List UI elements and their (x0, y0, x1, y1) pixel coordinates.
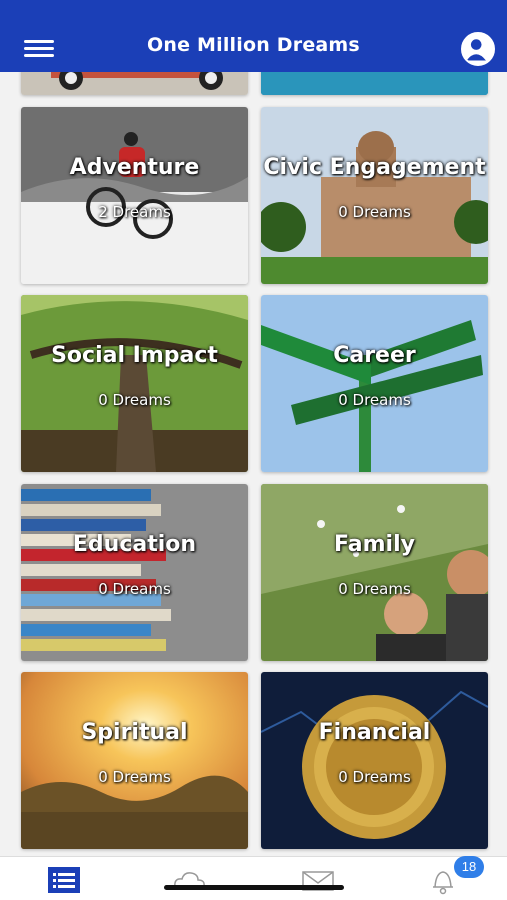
category-name: Financial (318, 720, 431, 745)
cloud-icon (174, 872, 205, 890)
app-header: One Million Dreams (0, 0, 507, 72)
dream-count: 0 Dreams (338, 768, 411, 786)
category-name: Spiritual (81, 720, 188, 745)
home-indicator (164, 885, 344, 890)
category-name: Education (72, 532, 197, 557)
tile-image (21, 484, 248, 661)
category-tile-spiritual[interactable]: Spiritual 0 Dreams (21, 672, 248, 849)
category-tile-financial[interactable]: Financial 0 Dreams (261, 672, 488, 849)
dream-count: 0 Dreams (338, 391, 411, 409)
dream-count: 0 Dreams (338, 203, 411, 221)
bottom-tab-bar (0, 856, 507, 900)
category-name: Career (333, 343, 416, 368)
tile-image (21, 295, 248, 472)
tile-image (261, 295, 488, 472)
tile-image (261, 107, 488, 284)
tab-list[interactable] (46, 865, 82, 895)
category-tile-social-impact[interactable]: Social Impact 0 Dreams (21, 295, 248, 472)
dream-count: 0 Dreams (338, 580, 411, 598)
category-tile-family[interactable]: Family 0 Dreams (261, 484, 488, 661)
notification-badge: 18 (454, 856, 484, 878)
category-tile-career[interactable]: Career 0 Dreams (261, 295, 488, 472)
page-title: One Million Dreams (147, 34, 360, 56)
category-name: Adventure (69, 155, 200, 180)
category-name: Civic Engagement (263, 155, 486, 180)
category-tile-adventure[interactable]: Adventure 2 Dreams (21, 107, 248, 284)
tab-messages[interactable] (300, 865, 336, 895)
tile-image (21, 672, 248, 849)
category-grid: Adventure 2 Dreams Civic Engagement 0 Dr… (0, 0, 507, 860)
category-name: Family (334, 532, 415, 557)
dream-count: 2 Dreams (98, 203, 171, 221)
category-name: Social Impact (51, 343, 218, 368)
mail-icon (302, 871, 334, 891)
tile-image (21, 107, 248, 284)
tab-cloud[interactable] (172, 865, 208, 895)
dream-count: 0 Dreams (98, 580, 171, 598)
dream-count: 0 Dreams (98, 391, 171, 409)
tile-image (261, 672, 488, 849)
category-tile-education[interactable]: Education 0 Dreams (21, 484, 248, 661)
category-tile-civic-engagement[interactable]: Civic Engagement 0 Dreams (261, 107, 488, 284)
tile-image (261, 484, 488, 661)
list-icon (48, 867, 80, 893)
profile-avatar-icon[interactable] (461, 32, 495, 66)
dream-count: 0 Dreams (98, 768, 171, 786)
